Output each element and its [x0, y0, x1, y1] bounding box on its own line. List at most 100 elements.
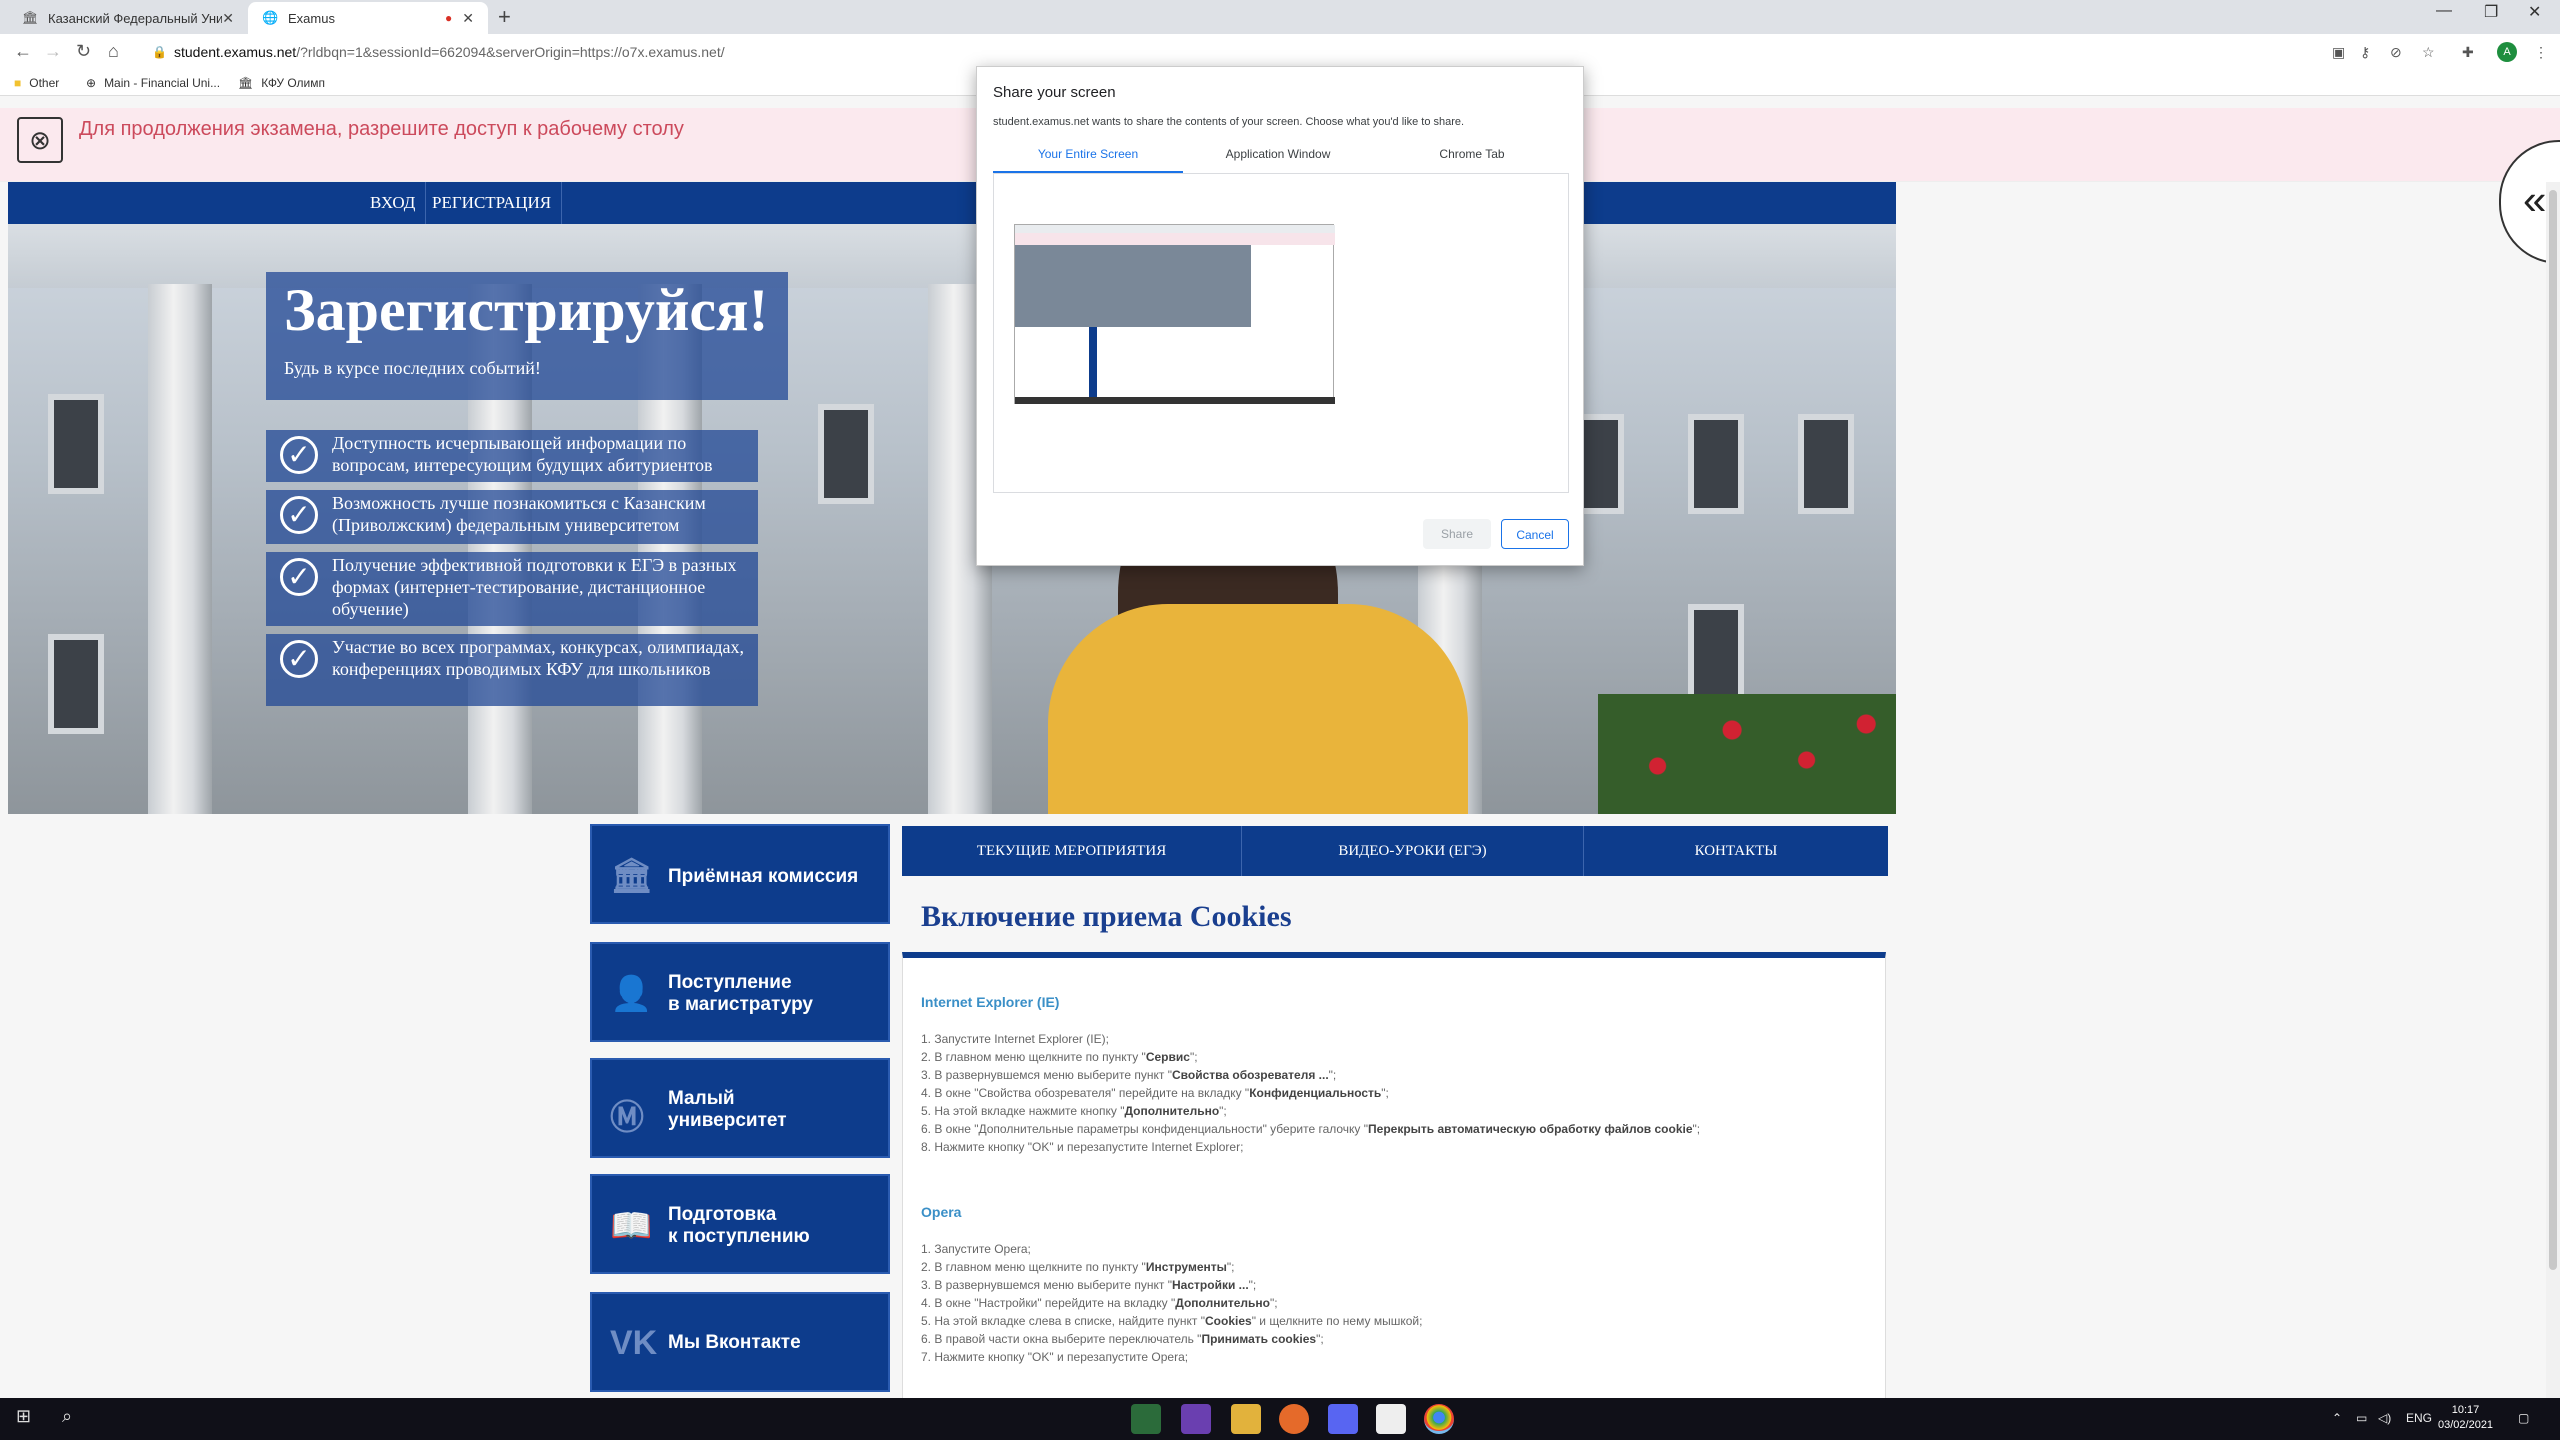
feature-item: ✓ Получение эффективной подготовки к ЕГЭ… [266, 552, 758, 626]
building-window [1798, 414, 1854, 514]
profile-avatar[interactable]: A [2497, 42, 2517, 62]
lock-icon: 🔒 [152, 45, 167, 59]
reload-icon[interactable]: ↻ [76, 41, 91, 62]
search-icon[interactable]: ⌕ [62, 1406, 72, 1427]
menu-admissions[interactable]: 🏛 Приёмная комиссия [590, 824, 890, 924]
menu-vk[interactable]: VK Мы Вконтакте [590, 1292, 890, 1392]
section-heading-opera: Opera [921, 1204, 962, 1220]
section-heading-ie: Internet Explorer (IE) [921, 994, 1060, 1010]
clock[interactable]: 10:17 03/02/2021 [2438, 1403, 2493, 1433]
tab-contacts[interactable]: КОНТАКТЫ [1584, 826, 1888, 876]
camera-icon[interactable]: ▣ [2332, 44, 2345, 61]
vk-icon: VK [610, 1324, 658, 1362]
menu-small-university[interactable]: Ⓜ Малый университет [590, 1058, 890, 1158]
bookmark-financial-uni[interactable]: ⊕ Main - Financial Uni... [86, 76, 220, 90]
forward-arrow-icon[interactable]: → [44, 41, 62, 62]
screen-thumbnail[interactable] [1014, 224, 1335, 404]
menu-preparation[interactable]: 📖 Подготовка к поступлению [590, 1174, 890, 1274]
windows-taskbar: ⊞ ⌕ ⌃ ▭ ◁) ENG 10:17 03/02/2021 ▢ [0, 1398, 2560, 1440]
tab-video-lessons[interactable]: ВИДЕО-УРОКИ (ЕГЭ) [1242, 826, 1584, 876]
flowers-photo [1598, 694, 1896, 814]
tab-entire-screen[interactable]: Your Entire Screen [993, 147, 1183, 173]
register-heading: Зарегистрируйся! [284, 277, 769, 343]
language-indicator[interactable]: ENG [2406, 1411, 2432, 1425]
recording-indicator-icon: ● [445, 11, 453, 25]
url-field[interactable]: 🔒 student.examus.net/?rldbqn=1&sessionId… [140, 39, 2320, 65]
menu-masters[interactable]: 👤 Поступление в магистратуру [590, 942, 890, 1042]
bookmark-other[interactable]: ■ Other [14, 76, 59, 90]
book-icon: 📖 [610, 1207, 653, 1245]
tab-chrome-tab[interactable]: Chrome Tab [1377, 147, 1567, 173]
nav-login[interactable]: ВХОД [360, 182, 427, 224]
dialog-description: student.examus.net wants to share the co… [993, 116, 1465, 128]
tab-application-window[interactable]: Application Window [1183, 147, 1373, 173]
close-window-button[interactable]: ✕ [2528, 2, 2541, 22]
nav-registration[interactable]: РЕГИСТРАЦИЯ [422, 182, 563, 224]
step-item: 5. На этой вкладке нажмите кнопку "Допол… [921, 1104, 1227, 1118]
cancel-button[interactable]: Cancel [1501, 519, 1569, 549]
step-item: 4. В окне "Настройки" перейдите на вклад… [921, 1296, 1278, 1310]
extensions-icon[interactable]: ✚ [2462, 44, 2474, 61]
page-scrollbar[interactable] [2546, 182, 2560, 1398]
tab-title: Examus [288, 10, 335, 26]
pycharm-icon[interactable] [1131, 1404, 1161, 1434]
home-icon[interactable]: ⌂ [108, 41, 119, 62]
step-item: 2. В главном меню щелкните по пункту "Ин… [921, 1260, 1235, 1274]
feature-item: ✓ Участие во всех программах, конкурсах,… [266, 634, 758, 706]
chrome-icon[interactable] [1424, 1404, 1454, 1434]
new-tab-button[interactable]: + [498, 4, 511, 30]
step-item: 3. В развернувшемся меню выберите пункт … [921, 1278, 1257, 1292]
building-window [1688, 414, 1744, 514]
checkmark-icon: ✓ [280, 640, 318, 678]
building-window [1688, 604, 1744, 704]
checkmark-icon: ✓ [280, 436, 318, 474]
bookmark-kfu-olimp[interactable]: 🏛 КФУ Олимп [238, 76, 325, 90]
building-icon: 🏛 [610, 857, 654, 895]
back-arrow-icon[interactable]: ← [14, 41, 32, 62]
register-box: Зарегистрируйся! Будь в курсе последних … [266, 272, 788, 400]
tab-close-icon[interactable]: ✕ [462, 10, 474, 27]
double-chevron-left-icon: « [2523, 176, 2547, 223]
step-item: 3. В развернувшемся меню выберите пункт … [921, 1068, 1337, 1082]
content-tabs: ТЕКУЩИЕ МЕРОПРИЯТИЯ ВИДЕО-УРОКИ (ЕГЭ) КО… [902, 826, 1888, 876]
file-explorer-icon[interactable] [1231, 1404, 1261, 1434]
notepad-icon[interactable] [1376, 1404, 1406, 1434]
share-screen-dialog: Share your screen student.examus.net wan… [976, 66, 1584, 566]
star-icon[interactable]: ☆ [2422, 44, 2435, 61]
hero-banner: Зарегистрируйся! Будь в курсе последних … [8, 224, 1896, 814]
step-item: 5. На этой вкладке слева в списке, найди… [921, 1314, 1423, 1328]
firefox-icon[interactable] [1279, 1404, 1309, 1434]
step-item: 6. В окне "Дополнительные параметры конф… [921, 1122, 1701, 1136]
feature-item: ✓ Доступность исчерпывающей информации п… [266, 430, 758, 482]
restore-button[interactable]: ❐ [2484, 2, 2498, 22]
network-icon[interactable]: ▭ [2356, 1411, 2367, 1425]
tab-close-icon[interactable]: ✕ [222, 10, 234, 27]
step-item: 4. В окне "Свойства обозревателя" перейд… [921, 1086, 1389, 1100]
tab-kfu[interactable]: 🏛 Казанский Федеральный Униве... ✕ [8, 2, 248, 34]
tab-current-events[interactable]: ТЕКУЩИЕ МЕРОПРИЯТИЯ [902, 826, 1242, 876]
windows-start-icon[interactable]: ⊞ [16, 1406, 31, 1427]
feature-item: ✓ Возможность лучше познакомиться с Каза… [266, 490, 758, 544]
visual-studio-icon[interactable] [1181, 1404, 1211, 1434]
step-item: 1. Запустите Opera; [921, 1242, 1031, 1256]
checkmark-icon: ✓ [280, 496, 318, 534]
menu-dots-icon[interactable]: ⋮ [2534, 44, 2548, 61]
graduate-icon: 👤 [610, 975, 653, 1013]
minimize-button[interactable]: — [2436, 2, 2452, 20]
discord-icon[interactable] [1328, 1404, 1358, 1434]
volume-icon[interactable]: ◁) [2378, 1411, 2391, 1425]
share-button[interactable]: Share [1423, 519, 1491, 549]
register-subtitle: Будь в курсе последних событий! [284, 358, 541, 378]
examus-logo-icon: ⊗ [17, 117, 63, 163]
scrollbar-thumb[interactable] [2549, 190, 2557, 1270]
tab-examus[interactable]: 🌐 Examus ● ✕ [248, 2, 488, 34]
key-icon[interactable]: ⚷ [2360, 44, 2370, 61]
step-item: 6. В правой части окна выберите переключ… [921, 1332, 1324, 1346]
building-window [48, 634, 104, 734]
notifications-icon[interactable]: ▢ [2518, 1411, 2529, 1425]
page-title: Включение приема Cookies [921, 900, 1292, 933]
browser-tab-bar: 🏛 Казанский Федеральный Униве... ✕ 🌐 Exa… [0, 0, 2560, 34]
building-window [818, 404, 874, 504]
tray-chevron-icon[interactable]: ⌃ [2332, 1411, 2342, 1425]
eye-off-icon[interactable]: ⊘ [2390, 44, 2402, 61]
